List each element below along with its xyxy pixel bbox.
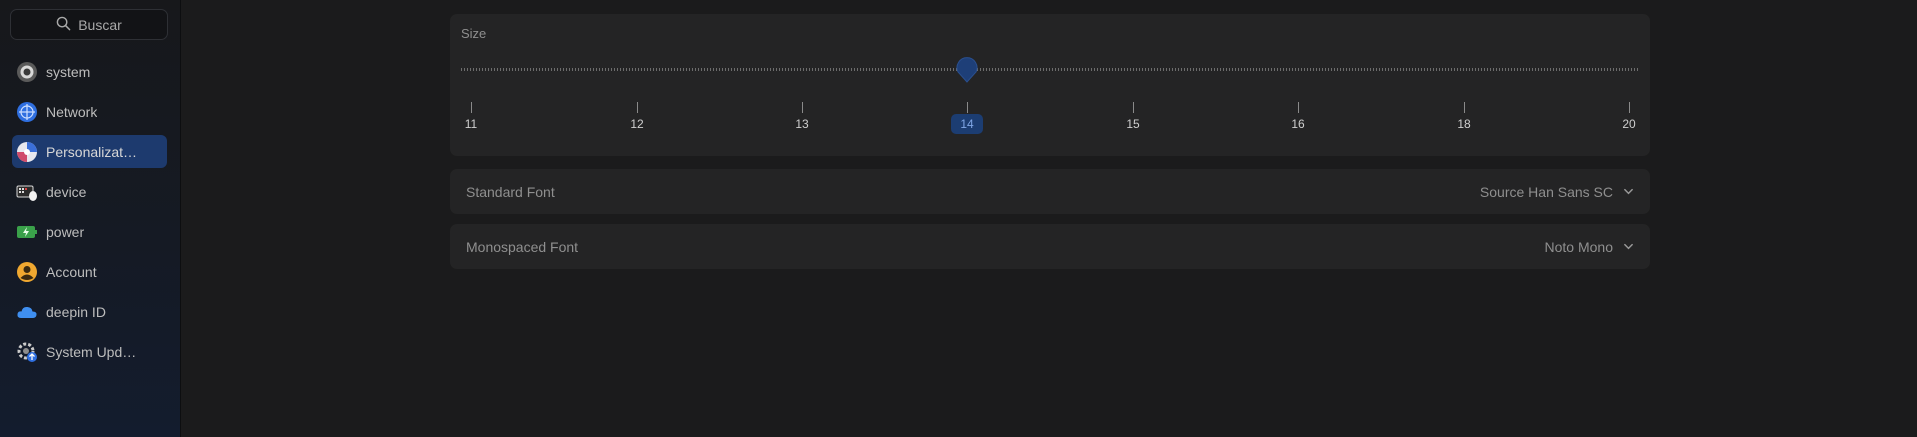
size-tick[interactable]: 11 [456, 102, 486, 131]
sidebar-item-system[interactable]: system [12, 55, 167, 88]
sidebar-item-label: deepin ID [46, 303, 106, 320]
network-icon [16, 101, 38, 123]
sidebar-item-label: system [46, 63, 91, 80]
size-slider-track[interactable] [461, 68, 1639, 71]
size-tick-label: 12 [630, 117, 644, 131]
size-tick-selected[interactable]: 14 [951, 102, 983, 134]
size-tick[interactable]: 15 [1118, 102, 1148, 131]
standard-font-row[interactable]: Standard Font Source Han Sans SC [450, 169, 1650, 214]
sidebar-item-label: power [46, 223, 85, 240]
sidebar-item-power[interactable]: power [12, 215, 167, 248]
sidebar-nav: system Network Personalizat… device powe… [12, 55, 167, 375]
chevron-down-icon [1623, 184, 1634, 200]
search-input[interactable]: Buscar [10, 9, 168, 40]
size-tick[interactable]: 13 [787, 102, 817, 131]
sidebar: Buscar system Network Personalizat… devi… [0, 0, 181, 437]
size-tick-label: 15 [1126, 117, 1140, 131]
sidebar-item-deepin-id[interactable]: deepin ID [12, 295, 167, 328]
standard-font-select[interactable]: Source Han Sans SC [1480, 184, 1634, 200]
size-tick[interactable]: 20 [1614, 102, 1644, 131]
size-tick-label-selected: 14 [951, 114, 983, 134]
monospaced-font-label: Monospaced Font [466, 238, 579, 255]
monospaced-font-row[interactable]: Monospaced Font Noto Mono [450, 224, 1650, 269]
search-icon [56, 16, 71, 34]
sidebar-item-account[interactable]: Account [12, 255, 167, 288]
size-tick-label: 18 [1457, 117, 1471, 131]
size-tick[interactable]: 18 [1449, 102, 1479, 131]
size-ticks: 11 12 13 14 15 16 18 20 [450, 102, 1650, 152]
standard-font-label: Standard Font [466, 183, 555, 200]
size-title: Size [461, 26, 487, 41]
sidebar-item-system-update[interactable]: System Upd… [12, 335, 167, 368]
sidebar-item-device[interactable]: device [12, 175, 167, 208]
system-icon [16, 61, 38, 83]
power-icon [16, 221, 38, 243]
search-placeholder: Buscar [78, 16, 122, 33]
size-tick-label: 11 [464, 117, 478, 131]
monospaced-font-value: Noto Mono [1544, 238, 1613, 255]
size-tick[interactable]: 16 [1283, 102, 1313, 131]
size-tick-label: 16 [1291, 117, 1305, 131]
cloud-icon [16, 301, 38, 323]
standard-font-value: Source Han Sans SC [1479, 183, 1613, 200]
sidebar-item-network[interactable]: Network [12, 95, 167, 128]
sidebar-item-label: Personalizat… [46, 143, 138, 160]
sidebar-item-label: Account [46, 263, 97, 280]
monospaced-font-select[interactable]: Noto Mono [1545, 239, 1634, 255]
system-update-icon [16, 341, 38, 363]
size-tick-label: 20 [1622, 117, 1636, 131]
device-icon [16, 181, 38, 203]
sidebar-item-label: System Upd… [46, 343, 137, 360]
account-icon [16, 261, 38, 283]
personalization-icon [16, 141, 38, 163]
sidebar-item-label: device [46, 183, 87, 200]
size-tick-label: 13 [795, 117, 809, 131]
size-tick[interactable]: 12 [622, 102, 652, 131]
sidebar-item-personalization[interactable]: Personalizat… [12, 135, 167, 168]
sidebar-item-label: Network [46, 103, 98, 120]
size-slider-handle[interactable] [956, 57, 978, 83]
font-size-panel: Size 11 12 13 14 15 16 18 20 [450, 14, 1650, 156]
chevron-down-icon [1623, 239, 1634, 255]
